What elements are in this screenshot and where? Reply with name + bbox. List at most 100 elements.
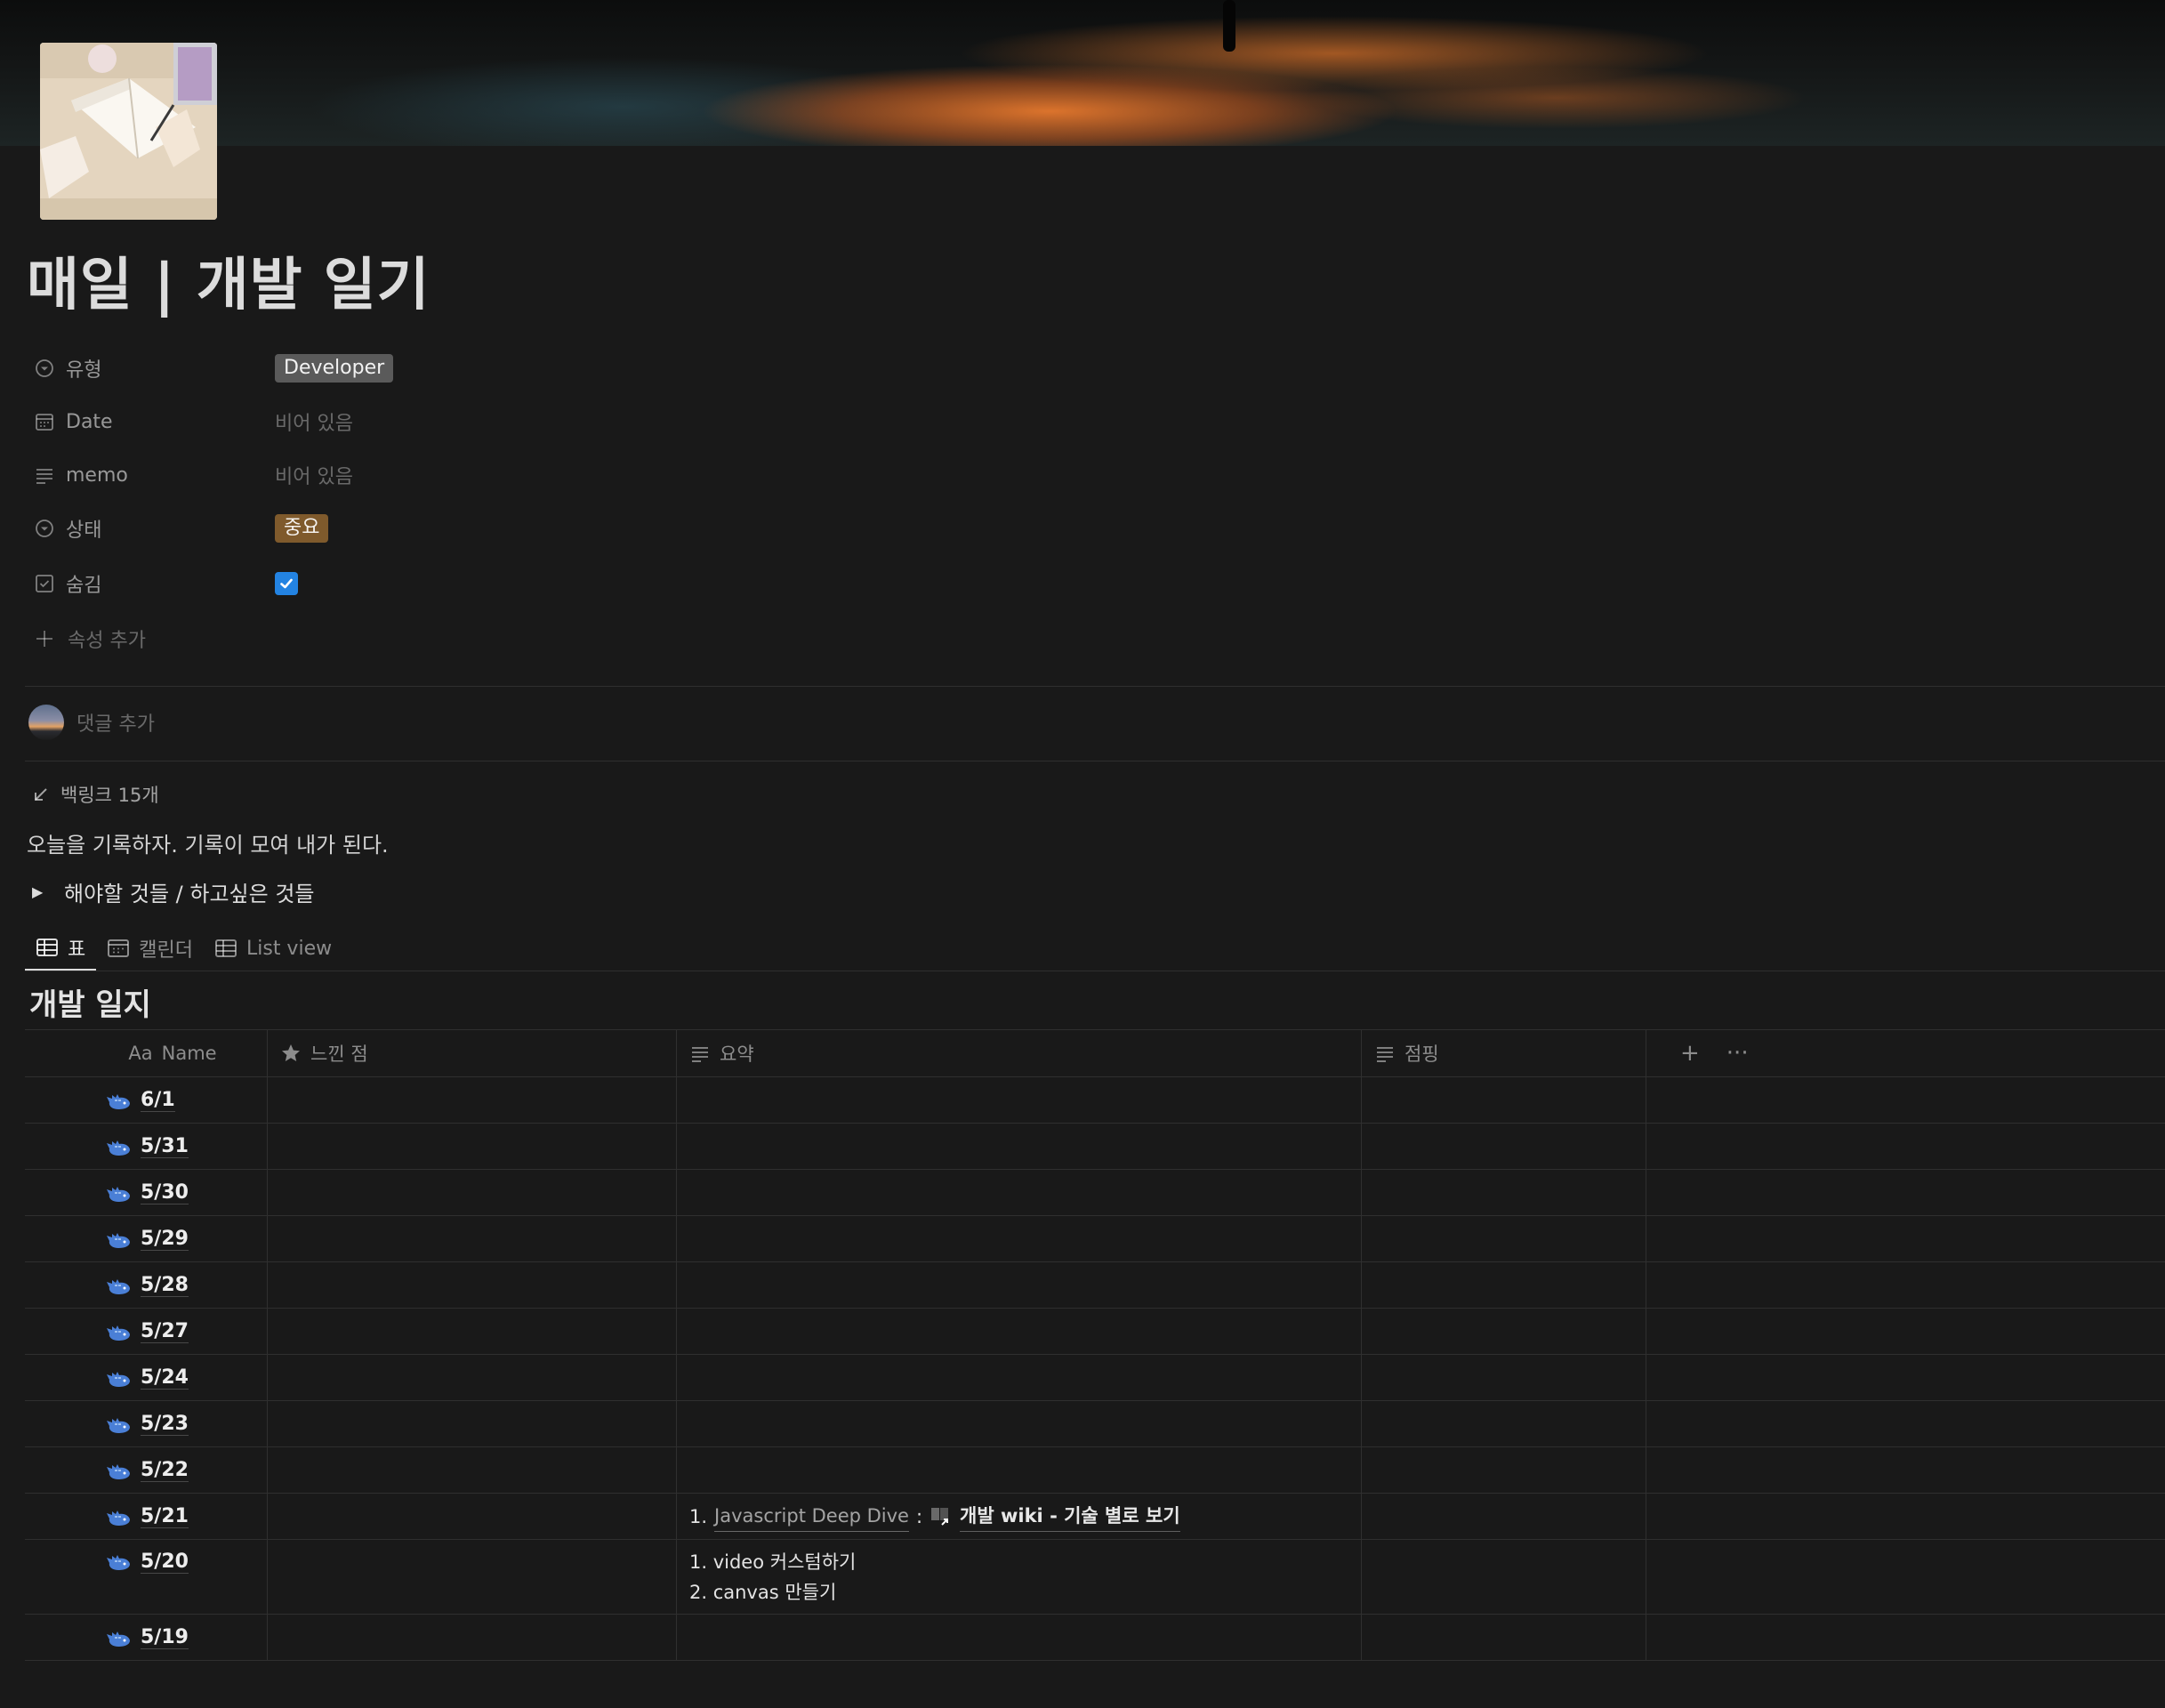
- row-name[interactable]: 6/1: [141, 1089, 175, 1112]
- feel-cell[interactable]: [268, 1540, 677, 1614]
- feel-cell[interactable]: [268, 1494, 677, 1539]
- page-icon-notebook-photo[interactable]: [40, 43, 217, 220]
- row-name[interactable]: 5/20: [141, 1551, 189, 1574]
- table-row[interactable]: 5/19: [25, 1615, 2165, 1661]
- jumping-cell[interactable]: [1362, 1170, 1646, 1215]
- name-cell[interactable]: 5/29: [25, 1216, 268, 1261]
- page-cover-image[interactable]: [0, 0, 2165, 146]
- feel-cell[interactable]: [268, 1262, 677, 1308]
- summary-cell[interactable]: [677, 1216, 1362, 1261]
- summary-cell[interactable]: 1. video 커스텀하기 2. canvas 만들기: [677, 1540, 1362, 1614]
- type-tag[interactable]: Developer: [275, 354, 394, 383]
- summary-cell[interactable]: [677, 1124, 1362, 1169]
- summary-cell[interactable]: [677, 1615, 1362, 1660]
- summary-cell[interactable]: [677, 1262, 1362, 1308]
- page-title[interactable]: 매일 | 개발 일기: [27, 246, 431, 326]
- row-name[interactable]: 5/22: [141, 1459, 189, 1482]
- jumping-cell[interactable]: [1362, 1355, 1646, 1400]
- property-row-status[interactable]: 상태 중요: [27, 504, 827, 553]
- property-row-memo[interactable]: memo 비어 있음: [27, 450, 827, 500]
- status-tag[interactable]: 중요: [275, 514, 329, 543]
- tab-calendar[interactable]: 캘린더: [96, 925, 204, 971]
- page-paragraph[interactable]: 오늘을 기록하자. 기록이 모여 내가 된다.: [27, 827, 389, 863]
- jumping-cell[interactable]: [1362, 1494, 1646, 1539]
- tab-list-view[interactable]: List view: [204, 925, 342, 971]
- table-row[interactable]: 5/27: [25, 1309, 2165, 1355]
- column-header-name[interactable]: Aa Name: [25, 1030, 268, 1076]
- more-options-icon[interactable]: ···: [1726, 1040, 1749, 1067]
- summary-link[interactable]: Javascript Deep Dive: [714, 1501, 909, 1532]
- add-property-button[interactable]: 속성 추가: [27, 614, 146, 664]
- jumping-cell[interactable]: [1362, 1077, 1646, 1123]
- memo-empty-value[interactable]: 비어 있음: [275, 461, 353, 489]
- name-cell[interactable]: 5/22: [25, 1447, 268, 1493]
- summary-cell[interactable]: [677, 1355, 1362, 1400]
- row-name[interactable]: 5/30: [141, 1181, 189, 1204]
- name-cell[interactable]: 5/30: [25, 1170, 268, 1215]
- summary-cell[interactable]: [677, 1077, 1362, 1123]
- summary-cell[interactable]: [677, 1309, 1362, 1354]
- table-row[interactable]: 5/20 1. video 커스텀하기 2. canvas 만들기: [25, 1540, 2165, 1615]
- feel-cell[interactable]: [268, 1124, 677, 1169]
- name-cell[interactable]: 5/19: [25, 1615, 268, 1660]
- name-cell[interactable]: 5/24: [25, 1355, 268, 1400]
- row-name[interactable]: 5/19: [141, 1626, 189, 1649]
- row-name[interactable]: 5/21: [141, 1505, 189, 1528]
- feel-cell[interactable]: [268, 1355, 677, 1400]
- table-row[interactable]: 5/21 1. Javascript Deep Dive : 개발 wiki -…: [25, 1494, 2165, 1540]
- jumping-cell[interactable]: [1362, 1262, 1646, 1308]
- jumping-cell[interactable]: [1362, 1124, 1646, 1169]
- jumping-cell[interactable]: [1362, 1216, 1646, 1261]
- jumping-cell[interactable]: [1362, 1615, 1646, 1660]
- page-mention[interactable]: 개발 wiki - 기술 별로 보기: [960, 1501, 1180, 1532]
- table-row[interactable]: 5/23: [25, 1401, 2165, 1447]
- table-row[interactable]: 5/28: [25, 1262, 2165, 1309]
- table-row[interactable]: 5/22: [25, 1447, 2165, 1494]
- feel-cell[interactable]: [268, 1216, 677, 1261]
- property-row-type[interactable]: 유형 Developer: [27, 343, 827, 393]
- add-comment-placeholder[interactable]: 댓글 추가: [76, 708, 155, 737]
- summary-cell[interactable]: [677, 1170, 1362, 1215]
- table-row[interactable]: 5/31: [25, 1124, 2165, 1170]
- feel-cell[interactable]: [268, 1447, 677, 1493]
- property-row-date[interactable]: Date 비어 있음: [27, 397, 827, 447]
- name-cell[interactable]: 5/28: [25, 1262, 268, 1308]
- row-name[interactable]: 5/23: [141, 1413, 189, 1436]
- row-name[interactable]: 5/28: [141, 1274, 189, 1297]
- backlinks-button[interactable]: 백링크 15개: [32, 778, 159, 810]
- add-comment-row[interactable]: 댓글 추가: [28, 703, 155, 742]
- column-header-feel[interactable]: 느낀 점: [268, 1030, 677, 1076]
- row-name[interactable]: 5/27: [141, 1320, 189, 1343]
- table-row[interactable]: 5/24: [25, 1355, 2165, 1401]
- hidden-checkbox[interactable]: [275, 572, 298, 595]
- summary-cell[interactable]: 1. Javascript Deep Dive : 개발 wiki - 기술 별…: [677, 1494, 1362, 1539]
- name-cell[interactable]: 5/23: [25, 1401, 268, 1446]
- database-title[interactable]: 개발 일지: [29, 986, 151, 1025]
- table-row[interactable]: 5/30: [25, 1170, 2165, 1216]
- table-row[interactable]: 5/29: [25, 1216, 2165, 1262]
- name-cell[interactable]: 6/1: [25, 1077, 268, 1123]
- feel-cell[interactable]: [268, 1401, 677, 1446]
- summary-cell[interactable]: [677, 1401, 1362, 1446]
- table-row[interactable]: 6/1: [25, 1077, 2165, 1124]
- jumping-cell[interactable]: [1362, 1540, 1646, 1614]
- jumping-cell[interactable]: [1362, 1309, 1646, 1354]
- name-cell[interactable]: 5/21: [25, 1494, 268, 1539]
- row-name[interactable]: 5/31: [141, 1135, 189, 1158]
- feel-cell[interactable]: [268, 1077, 677, 1123]
- row-name[interactable]: 5/29: [141, 1228, 189, 1251]
- tab-table[interactable]: 표: [25, 925, 97, 971]
- summary-cell[interactable]: [677, 1447, 1362, 1493]
- name-cell[interactable]: 5/20: [25, 1540, 268, 1614]
- feel-cell[interactable]: [268, 1170, 677, 1215]
- date-empty-value[interactable]: 비어 있음: [275, 407, 353, 436]
- feel-cell[interactable]: [268, 1309, 677, 1354]
- feel-cell[interactable]: [268, 1615, 677, 1660]
- jumping-cell[interactable]: [1362, 1447, 1646, 1493]
- row-name[interactable]: 5/24: [141, 1366, 189, 1390]
- add-column-plus-icon[interactable]: +: [1680, 1040, 1700, 1067]
- column-header-summary[interactable]: 요약: [677, 1030, 1362, 1076]
- column-header-jumping[interactable]: 점핑: [1362, 1030, 1646, 1076]
- toggle-triangle-icon[interactable]: ▶: [32, 883, 50, 900]
- property-row-hidden[interactable]: 숨김: [27, 559, 827, 608]
